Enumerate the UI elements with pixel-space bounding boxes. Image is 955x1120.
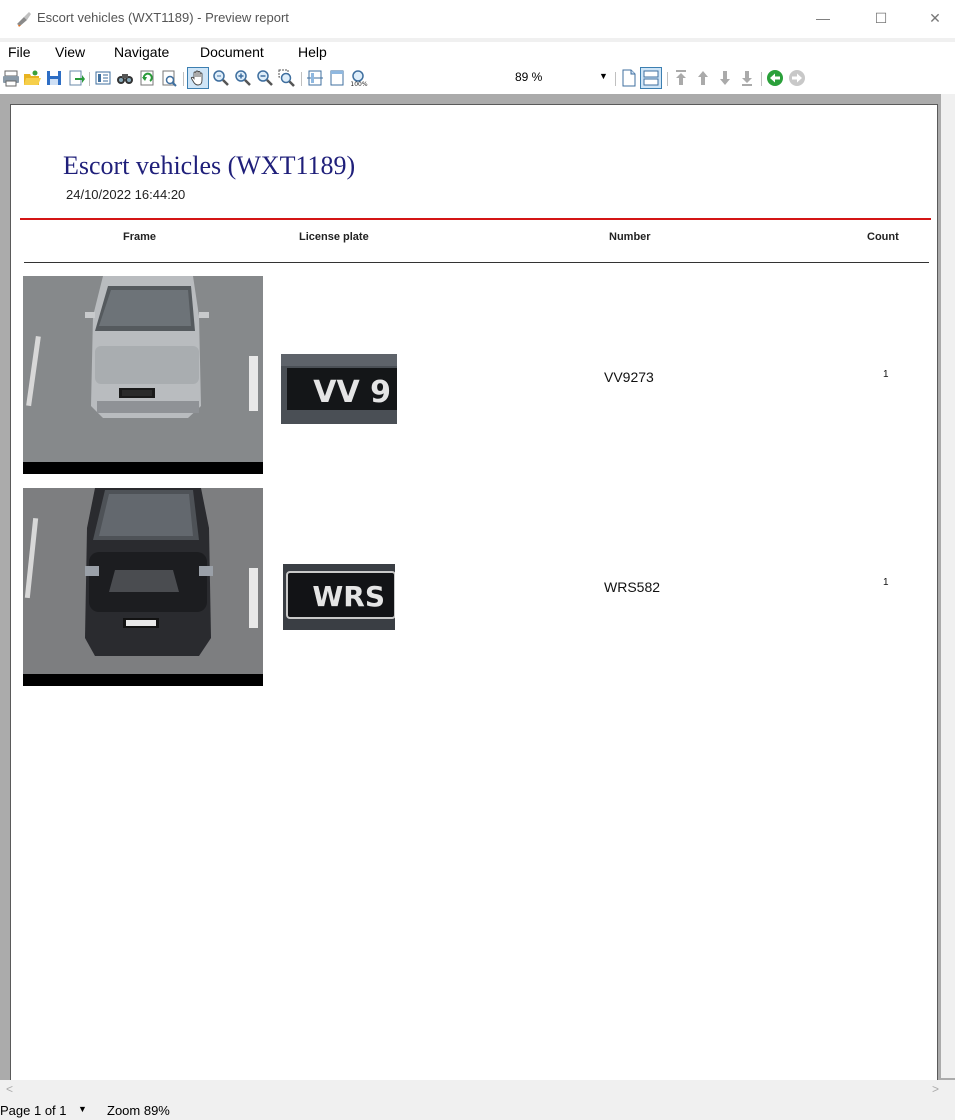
column-header-frame: Frame bbox=[123, 231, 157, 243]
toolbar-separator bbox=[301, 72, 302, 86]
window-title: Escort vehicles (WXT1189) - Preview repo… bbox=[37, 10, 289, 25]
svg-text:100%: 100% bbox=[350, 81, 367, 87]
chevron-down-icon[interactable]: ▼ bbox=[78, 1104, 87, 1114]
close-button[interactable]: ✕ bbox=[915, 0, 955, 36]
save-icon[interactable] bbox=[45, 69, 63, 87]
next-page-icon[interactable] bbox=[716, 69, 734, 87]
column-header-license-plate: License plate bbox=[299, 231, 369, 243]
status-bar: Page 1 of 1 ▼ Zoom 89% bbox=[0, 1100, 955, 1120]
cell-count: 1 bbox=[883, 577, 889, 588]
vertical-scrollbar[interactable] bbox=[941, 94, 955, 1078]
hand-tool-icon[interactable] bbox=[187, 67, 209, 89]
report-title: Escort vehicles (WXT1189) bbox=[63, 151, 356, 180]
frame-image bbox=[23, 276, 263, 474]
export-icon[interactable] bbox=[67, 69, 85, 87]
frame-image bbox=[23, 488, 263, 686]
last-page-icon[interactable] bbox=[738, 69, 756, 87]
column-header-number: Number bbox=[609, 231, 651, 243]
header-rule bbox=[20, 218, 931, 220]
page-width-icon[interactable] bbox=[306, 69, 324, 87]
toolbar-separator bbox=[89, 72, 90, 86]
menu-view[interactable]: View bbox=[55, 44, 85, 60]
menu-help[interactable]: Help bbox=[298, 44, 327, 60]
minimize-button[interactable]: — bbox=[800, 0, 846, 36]
toolbar-separator bbox=[615, 72, 616, 86]
title-bar: Escort vehicles (WXT1189) - Preview repo… bbox=[0, 0, 955, 38]
print-icon[interactable] bbox=[2, 69, 20, 87]
zoom-select-value: 89 % bbox=[515, 70, 543, 84]
license-plate-image: WRS bbox=[283, 564, 396, 630]
toolbar-separator bbox=[183, 72, 184, 86]
find-icon[interactable] bbox=[116, 69, 134, 87]
toolbar-separator bbox=[761, 72, 762, 86]
cell-number: VV9273 bbox=[604, 369, 654, 385]
report-page: Escort vehicles (WXT1189) 24/10/2022 16:… bbox=[10, 104, 938, 1080]
whole-page-icon[interactable] bbox=[328, 69, 346, 87]
menu-bar: File View Navigate Document Help bbox=[0, 42, 955, 64]
toolbar: 100% 89 % ▼ bbox=[0, 64, 955, 94]
horizontal-scrollbar[interactable]: < > bbox=[0, 1080, 955, 1100]
license-plate-image: VV 9 bbox=[281, 354, 397, 424]
app-icon bbox=[15, 10, 33, 28]
refresh-icon[interactable] bbox=[138, 69, 156, 87]
menu-document[interactable]: Document bbox=[200, 44, 264, 60]
maximize-button[interactable]: ☐ bbox=[858, 0, 904, 36]
zoom-in-icon[interactable] bbox=[234, 69, 252, 87]
preview-viewport[interactable]: Escort vehicles (WXT1189) 24/10/2022 16:… bbox=[0, 94, 955, 1080]
cell-count: 1 bbox=[883, 369, 889, 380]
first-page-icon[interactable] bbox=[672, 69, 690, 87]
page-setup-icon[interactable] bbox=[94, 69, 112, 87]
zoom-icon[interactable] bbox=[212, 69, 230, 87]
cell-number: WRS582 bbox=[604, 579, 661, 595]
plate-text: VV 9 bbox=[313, 375, 391, 410]
zoom-select[interactable]: 89 % ▼ bbox=[511, 69, 611, 87]
zoom-rect-icon[interactable] bbox=[278, 69, 296, 87]
back-icon[interactable] bbox=[766, 69, 784, 87]
report-datetime: 24/10/2022 16:44:20 bbox=[66, 187, 186, 202]
zoom-out-icon[interactable] bbox=[256, 69, 274, 87]
forward-icon[interactable] bbox=[788, 69, 806, 87]
chevron-down-icon: ▼ bbox=[599, 71, 608, 81]
toolbar-separator bbox=[667, 72, 668, 86]
plate-text: WRS bbox=[312, 580, 385, 613]
column-header-count: Count bbox=[867, 231, 899, 243]
preview-icon[interactable] bbox=[160, 69, 178, 87]
prev-page-icon[interactable] bbox=[694, 69, 712, 87]
menu-file[interactable]: File bbox=[8, 44, 31, 60]
multi-page-icon[interactable] bbox=[640, 67, 662, 89]
single-page-icon[interactable] bbox=[620, 69, 638, 87]
column-header-rule bbox=[24, 262, 929, 263]
zoom-indicator: Zoom 89% bbox=[107, 1103, 170, 1118]
menu-navigate[interactable]: Navigate bbox=[114, 44, 169, 60]
zoom-100-icon[interactable]: 100% bbox=[350, 69, 368, 87]
scroll-left-icon[interactable]: < bbox=[6, 1082, 13, 1096]
open-icon[interactable] bbox=[23, 69, 41, 87]
scroll-right-icon[interactable]: > bbox=[932, 1082, 939, 1096]
page-indicator[interactable]: Page 1 of 1 bbox=[0, 1103, 67, 1118]
